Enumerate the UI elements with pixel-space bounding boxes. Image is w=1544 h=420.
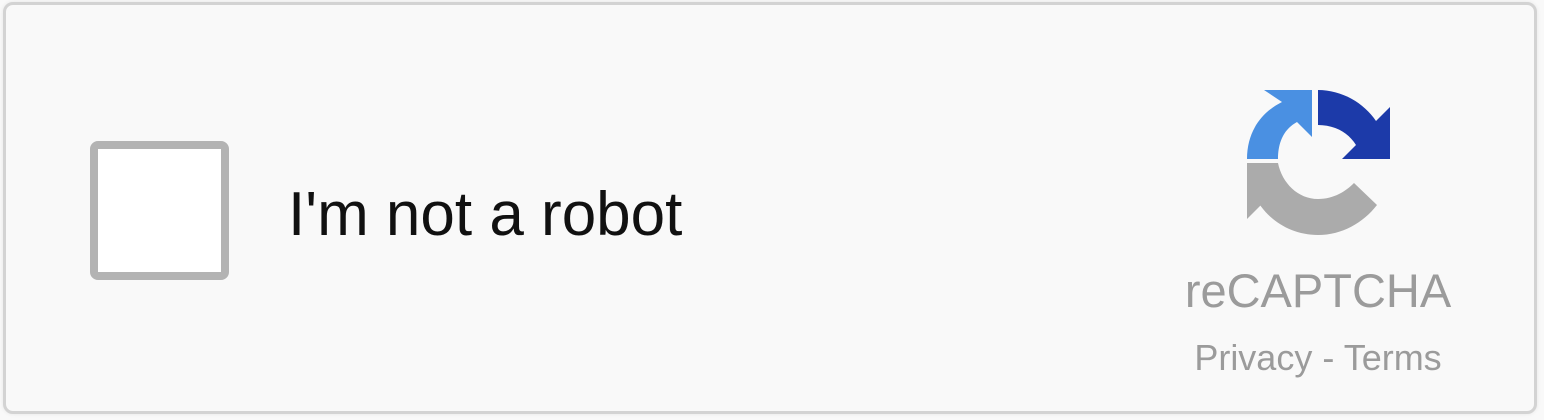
recaptcha-widget: I'm not a robot reCAPTCHA Privacy - Term… [3,2,1537,414]
recaptcha-brand: reCAPTCHA [1184,264,1452,317]
terms-link[interactable]: Terms [1344,337,1442,378]
legal-links: Privacy - Terms [1166,335,1470,381]
checkbox-label[interactable]: I'm not a robot [288,175,682,255]
recaptcha-logo-icon [1247,90,1390,235]
not-a-robot-checkbox[interactable] [90,141,229,280]
privacy-link[interactable]: Privacy [1194,337,1312,378]
link-separator: - [1312,337,1344,378]
